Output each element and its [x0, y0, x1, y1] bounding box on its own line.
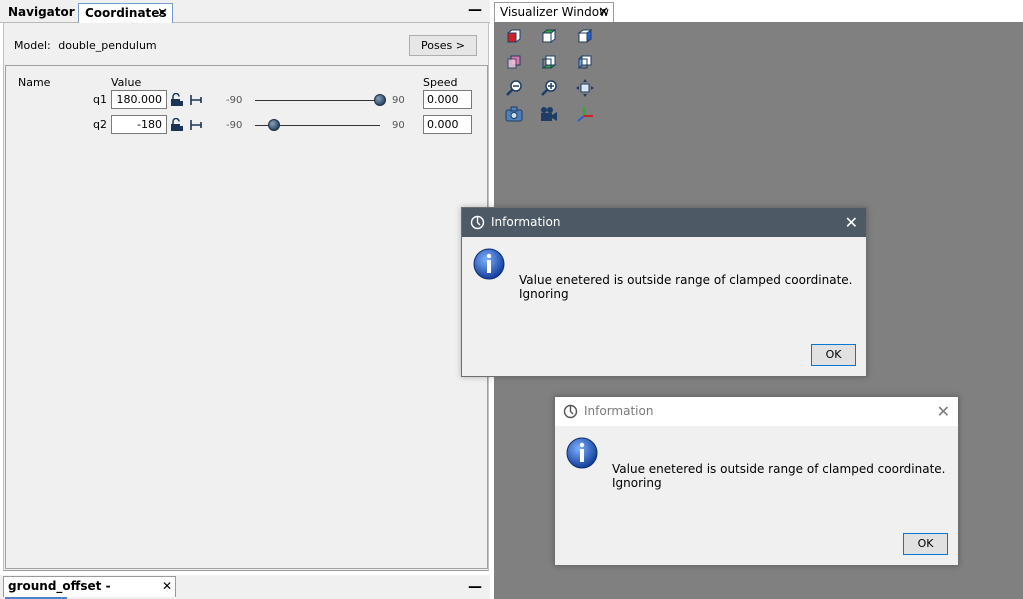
snapshot-icon[interactable] [505, 105, 523, 123]
slider-max-label: 90 [392, 120, 405, 131]
clamp-icon[interactable] [189, 93, 203, 107]
zoom-in-icon[interactable] [540, 79, 558, 97]
coordinate-row-q2: q2 -180 -90 90 0.000 [6, 115, 486, 135]
model-name: double_pendulum [58, 39, 157, 52]
speed-field[interactable]: 0.000 [423, 115, 472, 134]
slider-max-label: 90 [392, 95, 405, 106]
app-icon [470, 215, 485, 230]
coordinate-slider-knob[interactable] [374, 94, 386, 106]
coordinate-name: q1 [93, 93, 107, 106]
tab-properties[interactable]: ground_offset - Properties ✕ [3, 576, 176, 599]
dialog-message: Value enetered is outside range of clamp… [612, 462, 946, 490]
front-view-icon[interactable] [505, 28, 523, 46]
speed-field[interactable]: 0.000 [423, 90, 472, 109]
tab-properties-label: ground_offset - Properties [8, 579, 111, 599]
dialog-titlebar[interactable]: Information ✕ [462, 208, 866, 237]
dialog-titlebar[interactable]: Information ✕ [555, 397, 958, 426]
left-tab-bar: Navigator Coordinates ✕ — [0, 0, 490, 24]
tab-visualizer-close-icon[interactable]: ✕ [598, 3, 609, 22]
coordinate-value-field[interactable]: -180 [111, 115, 167, 134]
minimize-icon[interactable]: — [468, 3, 482, 17]
top-view-icon[interactable] [540, 28, 558, 46]
poses-button[interactable]: Poses > [409, 35, 477, 56]
coordinates-list: Name Value Speed q1 180.000 -90 90 0.000… [5, 65, 488, 569]
coordinate-slider-knob[interactable] [267, 119, 280, 131]
info-icon [566, 437, 598, 469]
app-icon [563, 404, 578, 419]
lock-icon[interactable] [170, 118, 184, 132]
tab-coordinates[interactable]: Coordinates ✕ [78, 3, 173, 24]
coordinate-name: q2 [93, 118, 107, 131]
fit-view-icon[interactable] [576, 79, 594, 97]
coordinate-value-field[interactable]: 180.000 [111, 90, 167, 109]
dialog-message: Value enetered is outside range of clamp… [519, 273, 853, 301]
lock-icon[interactable] [170, 93, 184, 107]
properties-tab-bar: ground_offset - Properties ✕ — [0, 575, 490, 599]
tab-properties-close-icon[interactable]: ✕ [162, 577, 172, 596]
header-name: Name [18, 76, 51, 89]
visualizer-tab-bar: Visualizer Window ✕ [490, 0, 1023, 23]
info-icon [473, 248, 505, 280]
slider-min-label: -90 [226, 95, 243, 106]
properties-minimize-icon[interactable]: — [468, 579, 482, 595]
tab-navigator[interactable]: Navigator [2, 3, 78, 23]
dialog-title: Information [584, 404, 654, 418]
header-speed: Speed [423, 76, 458, 89]
clamp-icon[interactable] [189, 118, 203, 132]
left-view-icon[interactable] [576, 54, 594, 72]
ok-button[interactable]: OK [903, 533, 948, 555]
coordinate-slider-track[interactable] [255, 100, 380, 101]
record-icon[interactable] [540, 105, 558, 123]
tab-visualizer-label: Visualizer Window [500, 5, 609, 19]
tab-visualizer[interactable]: Visualizer Window ✕ [494, 2, 614, 23]
dialog-title: Information [491, 215, 561, 229]
axes-icon[interactable] [576, 105, 594, 123]
tab-navigator-label: Navigator [8, 5, 75, 19]
dialog-close-icon[interactable]: ✕ [937, 397, 950, 426]
tab-coordinates-label: Coordinates [85, 6, 167, 20]
information-dialog-inactive: Information ✕ Value enetered is outside … [554, 396, 959, 566]
tab-coordinates-close-icon[interactable]: ✕ [157, 4, 168, 23]
coordinates-panel: Model: double_pendulum Poses > Name Valu… [3, 23, 489, 571]
header-value: Value [111, 76, 142, 89]
model-row: Model: double_pendulum [14, 39, 157, 52]
back-view-icon[interactable] [505, 54, 523, 72]
zoom-out-icon[interactable] [505, 79, 523, 97]
dialog-close-icon[interactable]: ✕ [845, 208, 858, 237]
bottom-view-icon[interactable] [540, 54, 558, 72]
right-view-icon[interactable] [576, 28, 594, 46]
slider-min-label: -90 [226, 120, 243, 131]
information-dialog-active: Information ✕ Value enetered is outside … [461, 207, 867, 377]
coordinate-row-q1: q1 180.000 -90 90 0.000 [6, 90, 486, 110]
model-label: Model: [14, 39, 51, 52]
ok-button[interactable]: OK [811, 344, 856, 366]
